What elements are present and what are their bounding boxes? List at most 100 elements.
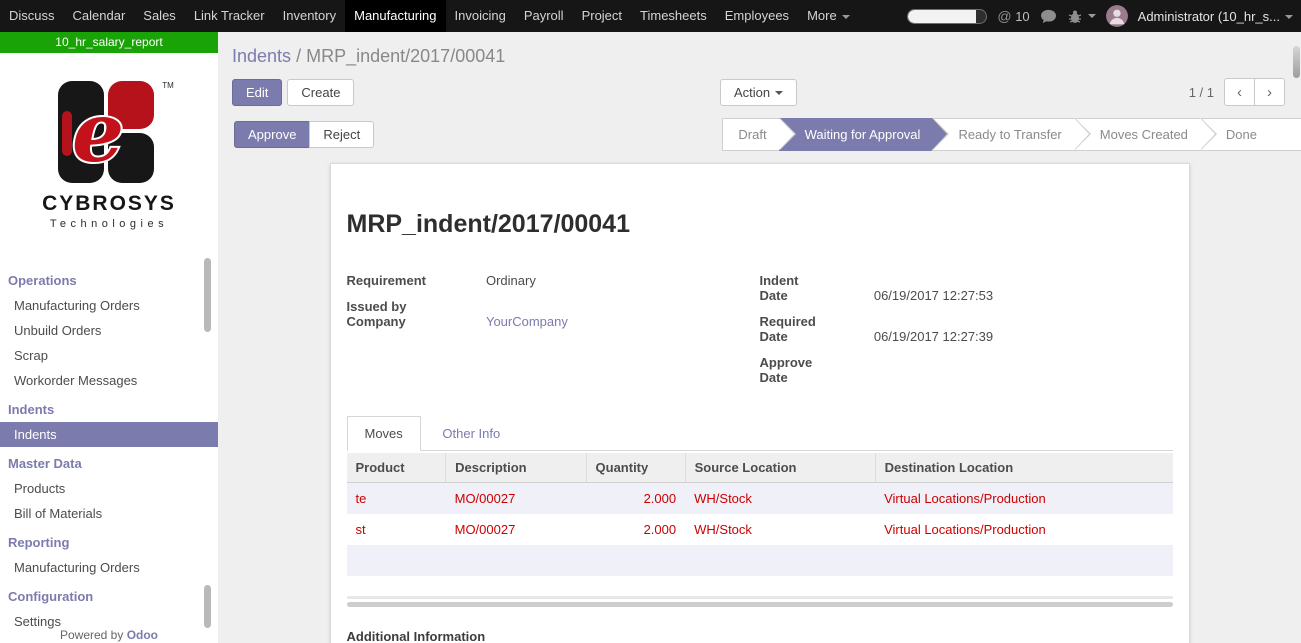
cell-product[interactable]: st [347,514,446,545]
sidebar-item-indents[interactable]: Indents [0,422,218,447]
menu-employees[interactable]: Employees [716,0,798,32]
approve-button[interactable]: Approve [234,121,310,148]
section-indents: Indents [0,393,218,422]
statusbar: Approve Reject Draft Waiting for Approva… [218,118,1301,151]
menu-link-tracker[interactable]: Link Tracker [185,0,274,32]
cell-description[interactable]: MO/00027 [446,483,586,515]
status-pipeline: Draft Waiting for Approval Ready to Tran… [722,118,1301,151]
section-master-data: Master Data [0,447,218,476]
breadcrumb-indents[interactable]: Indents [232,46,291,66]
caret-down-icon [1088,14,1096,18]
mention-count: 10 [1015,9,1029,24]
section-configuration: Configuration [0,580,218,609]
trademark-symbol: TM [162,81,174,90]
sidebar-item-manufacturing-orders[interactable]: Manufacturing Orders [0,293,218,318]
reject-button[interactable]: Reject [309,121,374,148]
logo-subtitle: Technologies [0,218,218,230]
field-value-requirement: Ordinary [486,273,760,299]
status-step-draft[interactable]: Draft [722,118,778,151]
menu-payroll[interactable]: Payroll [515,0,573,32]
field-groups: Requirement Ordinary Issued by Company Y… [347,273,1173,396]
action-label: Action [734,85,770,100]
table-row[interactable]: st MO/00027 2.000 WH/Stock Virtual Locat… [347,514,1173,545]
systray: @ 10 Administrator (10_hr_s... [907,0,1301,32]
control-panel: Indents / MRP_indent/2017/00041 Edit Cre… [218,32,1301,106]
sidebar-scrollbar-thumb[interactable] [204,258,211,332]
caret-down-icon [775,91,783,95]
sidebar-item-reporting-manufacturing-orders[interactable]: Manufacturing Orders [0,555,218,580]
mentions-counter[interactable]: @ 10 [997,8,1029,24]
powered-by: Powered by Odoo [0,628,218,642]
create-button[interactable]: Create [287,79,354,106]
menu-timesheets[interactable]: Timesheets [631,0,716,32]
powered-by-label: Powered by [60,628,123,642]
avatar[interactable] [1106,5,1128,27]
main-content: Indents / MRP_indent/2017/00041 Edit Cre… [218,32,1301,643]
status-step-waiting-for-approval[interactable]: Waiting for Approval [779,118,933,151]
action-dropdown[interactable]: Action [720,79,797,106]
table-header-row: Product Description Quantity Source Loca… [347,453,1173,483]
sidebar-item-workorder-messages[interactable]: Workorder Messages [0,368,218,393]
vertical-scrollbar-thumb[interactable] [1293,46,1300,78]
user-name-label: Administrator (10_hr_s... [1138,9,1280,24]
field-label-issued-by-company: Issued by Company [347,299,486,340]
messages-icon[interactable] [1040,9,1057,24]
tab-other-info[interactable]: Other Info [424,416,518,451]
sidebar-item-scrap[interactable]: Scrap [0,343,218,368]
caret-down-icon [1285,15,1293,19]
cell-product[interactable]: te [347,483,446,515]
column-header-quantity[interactable]: Quantity [586,453,685,483]
tab-moves[interactable]: Moves [347,416,421,451]
cybrosys-logo-mark: e [44,81,162,183]
menu-inventory[interactable]: Inventory [274,0,345,32]
scrollbar-thumb[interactable] [347,602,1173,607]
cell-destination-location[interactable]: Virtual Locations/Production [875,514,1172,545]
menu-manufacturing[interactable]: Manufacturing [345,0,445,32]
field-value-approve-date [874,355,1173,396]
menu-calendar[interactable]: Calendar [64,0,135,32]
scrollbar-track [347,596,1173,599]
window-title-banner: 10_hr_salary_report [0,32,218,53]
column-header-source-location[interactable]: Source Location [685,453,875,483]
column-header-destination-location[interactable]: Destination Location [875,453,1172,483]
timer-progress-bar[interactable] [907,9,987,24]
cell-description[interactable]: MO/00027 [446,514,586,545]
form-sheet: MRP_indent/2017/00041 Requirement Ordina… [330,163,1190,643]
cell-quantity[interactable]: 2.000 [586,483,685,515]
status-step-moves-created[interactable]: Moves Created [1074,118,1200,151]
cell-source-location[interactable]: WH/Stock [685,514,875,545]
odoo-link[interactable]: Odoo [127,628,158,642]
record-title: MRP_indent/2017/00041 [347,210,1173,239]
cell-quantity[interactable]: 2.000 [586,514,685,545]
field-label-required-date: Required Date [760,314,874,355]
edit-button[interactable]: Edit [232,79,282,106]
sidebar-item-products[interactable]: Products [0,476,218,501]
menu-sales[interactable]: Sales [134,0,185,32]
status-step-ready-to-transfer[interactable]: Ready to Transfer [932,118,1073,151]
column-header-description[interactable]: Description [446,453,586,483]
menu-project[interactable]: Project [573,0,631,32]
menu-more[interactable]: More [798,0,859,32]
sidebar-scrollbar-thumb[interactable] [204,585,211,628]
at-icon: @ [997,8,1011,24]
pager-previous-button[interactable]: ‹ [1224,78,1255,106]
bug-icon[interactable] [1067,9,1096,24]
user-menu[interactable]: Administrator (10_hr_s... [1138,9,1293,24]
field-label-requirement: Requirement [347,273,486,299]
breadcrumb: Indents / MRP_indent/2017/00041 [232,46,1285,67]
sidebar-item-unbuild-orders[interactable]: Unbuild Orders [0,318,218,343]
table-row-empty [347,545,1173,576]
field-value-issued-by-company[interactable]: YourCompany [486,299,760,340]
menu-invoicing[interactable]: Invoicing [446,0,515,32]
cell-destination-location[interactable]: Virtual Locations/Production [875,483,1172,515]
cell-source-location[interactable]: WH/Stock [685,483,875,515]
column-header-product[interactable]: Product [347,453,446,483]
sidebar-item-bill-of-materials[interactable]: Bill of Materials [0,501,218,526]
menu-discuss[interactable]: Discuss [0,0,64,32]
field-label-indent-date: Indent Date [760,273,874,314]
table-row[interactable]: te MO/00027 2.000 WH/Stock Virtual Locat… [347,483,1173,515]
progress-fill [908,10,976,23]
sidebar-nav: Operations Manufacturing Orders Unbuild … [0,264,218,634]
pager-next-button[interactable]: › [1254,78,1285,106]
empty-cell [347,545,1173,576]
